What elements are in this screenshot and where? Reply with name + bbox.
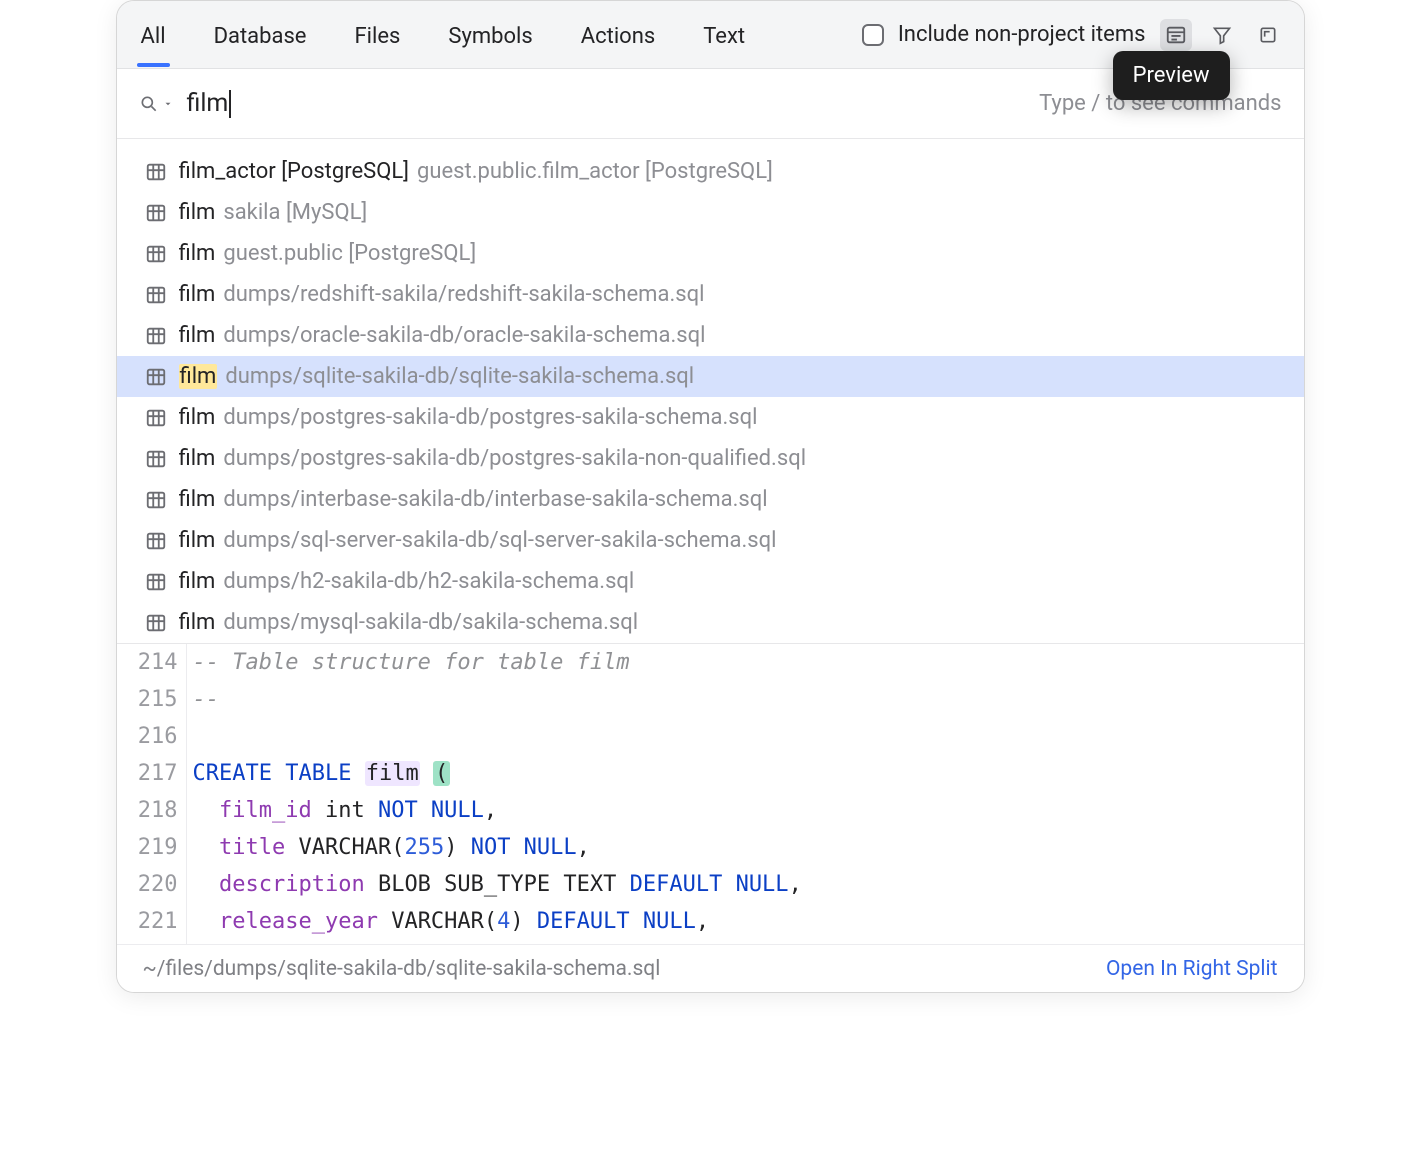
editor-preview: 214215216217218219220221222 -- Table str… xyxy=(117,643,1304,951)
search-input[interactable]: film xyxy=(187,89,1040,118)
table-icon xyxy=(145,243,167,265)
table-icon xyxy=(145,366,167,388)
editor-code[interactable]: -- Table structure for table film-- CREA… xyxy=(187,644,802,951)
table-icon xyxy=(145,284,167,306)
list-item[interactable]: filmdumps/postgres-sakila-db/postgres-sa… xyxy=(117,438,1304,479)
open-window-icon xyxy=(1258,25,1278,45)
list-item[interactable]: filmdumps/sqlite-sakila-db/sqlite-sakila… xyxy=(117,356,1304,397)
table-icon xyxy=(145,161,167,183)
table-icon xyxy=(145,325,167,347)
list-item[interactable]: filmdumps/oracle-sakila-db/oracle-sakila… xyxy=(117,315,1304,356)
list-item[interactable]: filmdumps/sql-server-sakila-db/sql-serve… xyxy=(117,520,1304,561)
list-item[interactable]: filmdumps/interbase-sakila-db/interbase-… xyxy=(117,479,1304,520)
list-item[interactable]: filmdumps/redshift-sakila/redshift-sakil… xyxy=(117,274,1304,315)
editor-gutter: 214215216217218219220221222 xyxy=(117,644,187,951)
search-tabs-bar: All Database Files Symbols Actions Text … xyxy=(117,1,1304,69)
pin-window-button[interactable] xyxy=(1252,19,1284,51)
tab-database[interactable]: Database xyxy=(210,4,311,65)
chevron-down-icon xyxy=(163,99,173,109)
preview-toggle-button[interactable] xyxy=(1160,19,1192,51)
include-nonproject-checkbox[interactable] xyxy=(862,24,884,46)
preview-tooltip: Preview xyxy=(1113,51,1230,100)
filter-icon xyxy=(1212,25,1232,45)
tab-actions[interactable]: Actions xyxy=(577,4,659,65)
footer-bar: ~/files/dumps/sqlite-sakila-db/sqlite-sa… xyxy=(117,944,1304,992)
table-icon xyxy=(145,571,167,593)
tab-symbols[interactable]: Symbols xyxy=(444,4,536,65)
list-item[interactable]: film_actor [PostgreSQL]guest.public.film… xyxy=(117,151,1304,192)
tab-all[interactable]: All xyxy=(137,4,170,65)
text-cursor xyxy=(229,90,231,118)
list-item[interactable]: filmdumps/h2-sakila-db/h2-sakila-schema.… xyxy=(117,561,1304,602)
tab-text[interactable]: Text xyxy=(699,4,749,65)
list-item[interactable]: filmdumps/mysql-sakila-db/sakila-schema.… xyxy=(117,602,1304,643)
footer-path: ~/files/dumps/sqlite-sakila-db/sqlite-sa… xyxy=(143,957,661,981)
open-in-right-split-link[interactable]: Open In Right Split xyxy=(1106,957,1278,981)
table-icon xyxy=(145,448,167,470)
results-list: film_actor [PostgreSQL]guest.public.film… xyxy=(117,139,1304,643)
table-icon xyxy=(145,489,167,511)
table-icon xyxy=(145,612,167,634)
preview-icon xyxy=(1165,24,1187,46)
table-icon xyxy=(145,202,167,224)
tab-files[interactable]: Files xyxy=(350,4,404,65)
table-icon xyxy=(145,530,167,552)
list-item[interactable]: filmsakila [MySQL] xyxy=(117,192,1304,233)
search-icon[interactable] xyxy=(139,94,173,114)
table-icon xyxy=(145,407,167,429)
list-item[interactable]: filmguest.public [PostgreSQL] xyxy=(117,233,1304,274)
list-item[interactable]: filmdumps/postgres-sakila-db/postgres-sa… xyxy=(117,397,1304,438)
include-nonproject-label: Include non-project items xyxy=(898,22,1146,47)
filter-button[interactable] xyxy=(1206,19,1238,51)
